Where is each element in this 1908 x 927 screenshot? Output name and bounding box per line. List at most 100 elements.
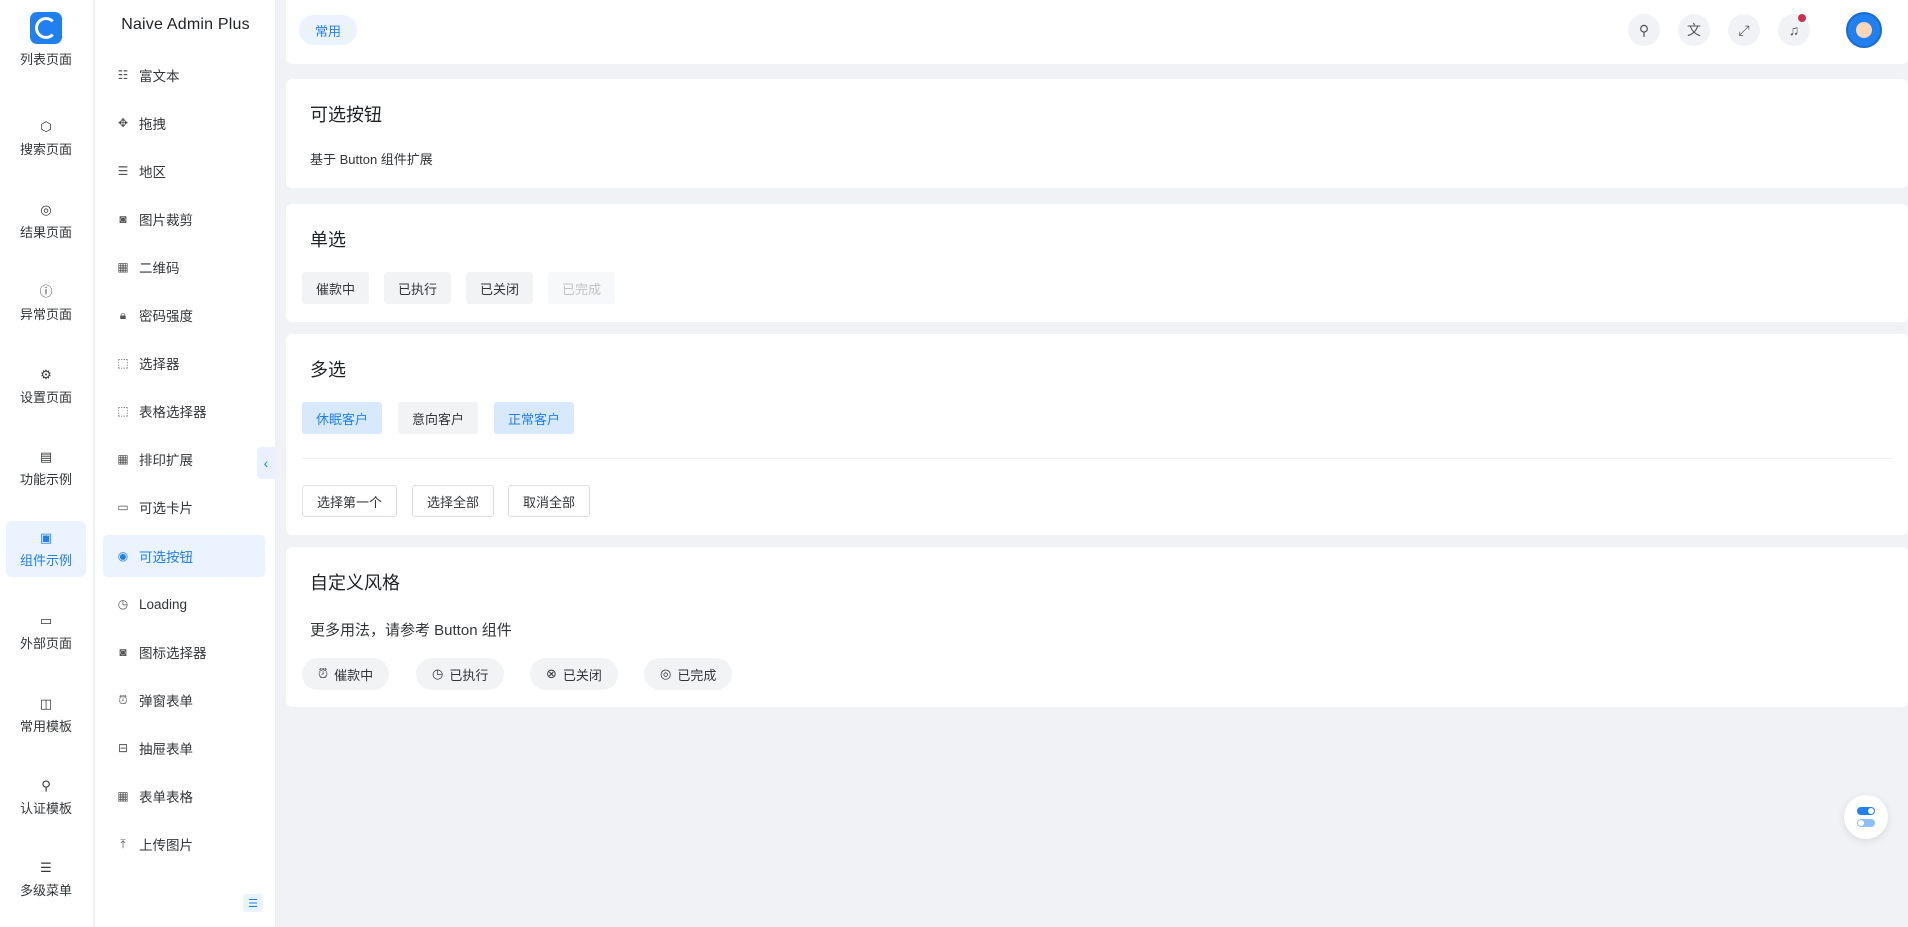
avatar[interactable] [1846, 12, 1882, 48]
sub-item-drawer-form[interactable]: ⊟ 抽屉表单 [103, 727, 265, 769]
sub-item-label: 密码强度 [139, 309, 193, 324]
card-icon: ▭ [117, 500, 129, 514]
theme-settings-button[interactable] [1844, 795, 1888, 839]
fullscreen-button[interactable]: ⤢ [1728, 14, 1760, 46]
chevron-left-icon: ‹ [263, 455, 269, 471]
left-rail: 列表页面 ⬡ 搜索页面 ◎ 结果页面 ⓘ 异常页面 ⚙ 设置页面 ▤ 功能示例 ▣ 组件示例… [0, 0, 94, 927]
notification-badge [1798, 14, 1806, 22]
bell-icon: ♫ [1788, 22, 1800, 38]
warning-circle-icon: ⓘ [39, 283, 53, 299]
rail-item-label: 常用模板 [19, 718, 72, 734]
translate-icon: 文 [1687, 22, 1701, 38]
option-button[interactable]: 已关闭 [466, 272, 534, 304]
rail-item-exception[interactable]: ⓘ 异常页面 [6, 275, 86, 331]
search-button[interactable]: ⚲ [1628, 14, 1660, 46]
sub-item-table-select[interactable]: ⬚ 表格选择器 [103, 390, 265, 432]
brand-title: Naive Admin Plus [121, 16, 250, 33]
header: 常用 ⚲ 文 ⤢ ♫ [286, 0, 1908, 64]
rail-item-features[interactable]: ▤ 功能示例 [6, 440, 86, 496]
sub-item-label: 可选卡片 [139, 501, 193, 516]
select-icon: ⬚ [117, 356, 129, 370]
sub-item-modal-form[interactable]: ⏰︎ 弹窗表单 [103, 679, 265, 721]
tab-common[interactable]: 常用 [299, 15, 358, 45]
key-icon: ⚲ [41, 777, 51, 793]
rail-item-external[interactable]: ▭ 外部页面 [6, 604, 86, 660]
rail-item-auth[interactable]: ⚲ 认证模板 [6, 769, 86, 825]
rail-item-result[interactable]: ◎ 结果页面 [6, 193, 86, 249]
wallet-icon: ▣ [39, 529, 53, 545]
sub-item-label: 图片裁剪 [139, 213, 193, 228]
rail-item-search[interactable]: ⬡ 搜索页面 [6, 110, 86, 166]
clock-icon: ◷ [432, 666, 444, 681]
rail-item-multilevel[interactable]: ☰ 多级菜单 [6, 851, 86, 907]
custom-option-label: 已关闭 [562, 667, 602, 683]
collapse-submenu-button[interactable]: ‹ [257, 447, 275, 479]
sub-item-password[interactable]: 🔒︎ 密码强度 [103, 294, 265, 336]
sub-item-form-table[interactable]: ▦ 表单表格 [103, 775, 265, 817]
alarm-icon: ⏰︎ [118, 692, 128, 707]
sub-item-richtext[interactable]: ☷ 富文本 [103, 54, 265, 96]
select-all-button[interactable]: 选择全部 [412, 485, 495, 517]
option-button-checked[interactable]: 正常客户 [494, 402, 575, 434]
rail-item-label: 结果页面 [19, 224, 72, 240]
qrcode-icon: ▦ [117, 260, 129, 274]
logo-icon[interactable] [30, 12, 62, 44]
sub-item-label: 可选按钮 [139, 550, 193, 565]
alarm-icon: ⏰︎ [318, 666, 329, 681]
rail-item-label: 认证模板 [19, 800, 72, 816]
layout-icon: ◫ [39, 695, 53, 711]
sub-item-checkable-button[interactable]: ◉ 可选按钮 [103, 535, 265, 577]
sub-item-label: 选择器 [139, 357, 180, 372]
sub-menu: Naive Admin Plus ☷ 富文本 ✥ 拖拽 ☰ 地区 ◙ 图片裁剪 ▦ 二维码… [95, 0, 276, 927]
sub-item-card[interactable]: ▭ 可选卡片 [103, 486, 265, 528]
close-circle-icon: ⊗ [546, 666, 557, 681]
section-title: 单选 [310, 230, 346, 250]
notification-button[interactable]: ♫ [1778, 14, 1810, 46]
select-first-button[interactable]: 选择第一个 [302, 485, 398, 517]
single-select-card: 单选 催款中 已执行 已关闭 已完成 [286, 204, 1908, 322]
intro-card: 可选按钮 基于 Button 组件扩展 [286, 79, 1908, 188]
sub-item-region[interactable]: ☰ 地区 [103, 150, 265, 192]
sub-item-crop[interactable]: ◙ 图片裁剪 [103, 198, 265, 240]
custom-option-button[interactable]: ⏰︎ 催款中 [302, 658, 390, 690]
sub-item-upload[interactable]: ⤒ 上传图片 [103, 823, 265, 865]
option-button[interactable]: 催款中 [302, 272, 370, 304]
custom-option-button[interactable]: ◷ 已执行 [416, 658, 505, 690]
page-description: 基于 Button 组件扩展 [310, 152, 433, 167]
rail-item-label: 设置页面 [19, 389, 72, 405]
fold-menu-button[interactable]: ☰ [243, 894, 263, 912]
custom-option-button[interactable]: ⊗ 已关闭 [530, 658, 618, 690]
sub-item-icon-picker[interactable]: ◙ 图标选择器 [103, 631, 265, 673]
sub-item-label: 排印扩展 [139, 453, 193, 468]
sub-item-label: 弹窗表单 [139, 694, 193, 709]
sub-item-label: 地区 [139, 165, 166, 180]
sub-item-label: 表单表格 [139, 790, 193, 805]
sub-item-label: 上传图片 [139, 838, 193, 853]
rail-item-list[interactable]: 列表页面 [6, 44, 86, 68]
sub-item-select[interactable]: ⬚ 选择器 [103, 342, 265, 384]
sub-item-loading[interactable]: ◷ Loading [103, 583, 265, 625]
sub-item-qrcode[interactable]: ▦ 二维码 [103, 246, 265, 288]
sub-item-drag[interactable]: ✥ 拖拽 [103, 102, 265, 144]
chart-icon: ▤ [39, 448, 53, 464]
option-button-disabled: 已完成 [548, 272, 616, 304]
gear-icon: ⚙ [40, 366, 52, 382]
option-button[interactable]: 意向客户 [398, 402, 479, 434]
language-button[interactable]: 文 [1678, 14, 1710, 46]
rail-item-label: 异常页面 [19, 306, 72, 322]
deselect-all-button[interactable]: 取消全部 [508, 485, 591, 517]
rail-item-templates[interactable]: ◫ 常用模板 [6, 687, 86, 743]
rail-item-components[interactable]: ▣ 组件示例 [6, 521, 86, 577]
rail-item-settings[interactable]: ⚙ 设置页面 [6, 358, 86, 414]
option-button[interactable]: 已执行 [384, 272, 452, 304]
page-title: 可选按钮 [310, 105, 382, 125]
sub-item-label: 图标选择器 [139, 646, 207, 661]
rail-item-label: 多级菜单 [19, 882, 72, 898]
upload-icon: ⤒ [120, 836, 126, 851]
indent-icon: ☰ [248, 897, 258, 910]
option-button-checked[interactable]: 休眠客户 [302, 402, 383, 434]
sub-item-typography[interactable]: ▦ 排印扩展 [103, 438, 265, 480]
sub-item-label: Loading [139, 596, 188, 612]
clock-icon: ◷ [117, 597, 129, 611]
custom-option-button[interactable]: ◎ 已完成 [644, 658, 733, 690]
